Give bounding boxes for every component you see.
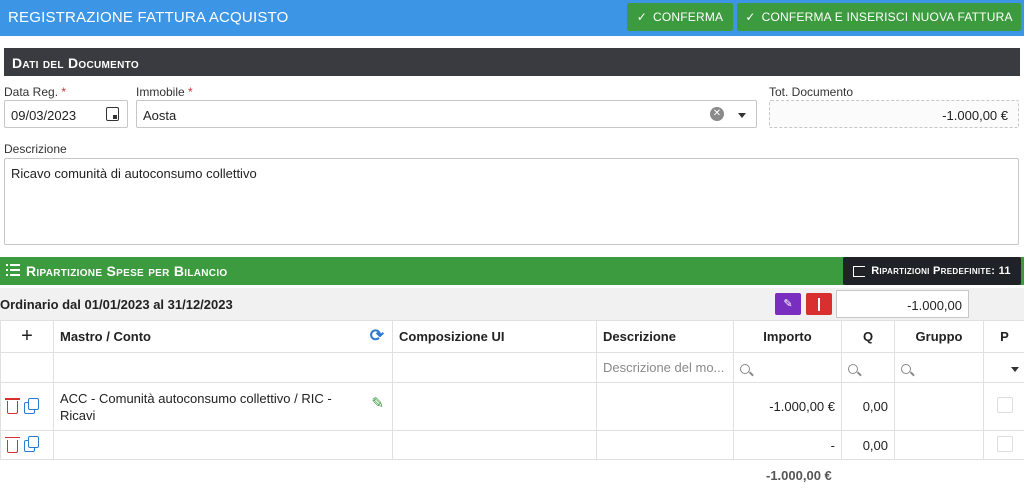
search-icon xyxy=(848,363,858,374)
check-icon: ✓ xyxy=(636,10,647,24)
table-total: -1.000,00 € xyxy=(766,468,832,483)
immobile-label: Immobile * xyxy=(136,85,193,99)
filter-empty xyxy=(0,352,54,383)
row-q[interactable]: 0,00 xyxy=(841,382,895,431)
filter-mastro[interactable] xyxy=(53,352,393,383)
row-gruppo[interactable] xyxy=(894,382,984,431)
col-descrizione: Descrizione xyxy=(596,320,734,353)
ripartizione-section-title: Ripartizione Spese per Bilancio xyxy=(26,263,228,279)
filter-descrizione-input[interactable]: Descrizione del mo... xyxy=(596,352,734,383)
row-conto: ACC - Comunità autoconsumo collettivo / … xyxy=(53,382,393,431)
filter-gruppo-input[interactable] xyxy=(894,352,984,383)
trash-icon[interactable] xyxy=(5,398,20,415)
data-reg-input[interactable]: 09/03/2023 xyxy=(4,100,128,128)
row-p-checkbox[interactable] xyxy=(996,397,1013,413)
row-p xyxy=(983,430,1024,460)
col-composizione: Composizione UI xyxy=(392,320,597,353)
tot-documento-field: -1.000,00 € xyxy=(769,100,1019,128)
calendar-icon[interactable] xyxy=(106,107,119,121)
ripartizioni-predefinite-label: Ripartizioni Predefinite: 11 xyxy=(871,265,1011,277)
row-gruppo[interactable] xyxy=(894,430,984,460)
col-p: P xyxy=(983,320,1024,353)
trash-icon xyxy=(818,298,820,311)
row-p-checkbox[interactable] xyxy=(996,435,1013,452)
period-label: Ordinario dal 01/01/2023 al 31/12/2023 xyxy=(0,297,233,312)
row-q[interactable]: 0,00 xyxy=(841,430,895,460)
row-composizione[interactable] xyxy=(392,430,597,460)
top-header: REGISTRAZIONE FATTURA ACQUISTO ✓ CONFERM… xyxy=(0,0,1024,36)
row-p xyxy=(983,382,1024,431)
row-composizione[interactable] xyxy=(392,382,597,431)
filter-composizione[interactable] xyxy=(392,352,597,383)
col-gruppo: Gruppo xyxy=(894,320,984,353)
tot-documento-label: Tot. Documento xyxy=(769,85,854,99)
data-reg-value: 09/03/2023 xyxy=(11,108,77,123)
page-title: REGISTRAZIONE FATTURA ACQUISTO xyxy=(8,9,289,26)
document-section-header: Dati del Documento xyxy=(4,48,1020,76)
chevron-down-icon[interactable] xyxy=(738,113,746,118)
descrizione-value: Ricavo comunità di autoconsumo collettiv… xyxy=(11,166,257,181)
confirm-button[interactable]: ✓ CONFERMA xyxy=(627,3,733,31)
confirm-button-label: CONFERMA xyxy=(652,10,724,24)
period-amount-value: -1.000,00 xyxy=(907,298,962,313)
chevron-down-icon[interactable] xyxy=(1011,367,1019,372)
row-actions xyxy=(0,382,54,431)
add-row-button[interactable]: + xyxy=(0,320,54,353)
pencil-icon[interactable]: ✎ xyxy=(371,395,384,412)
filter-q-input[interactable] xyxy=(841,352,895,383)
ripartizioni-predefinite-button[interactable]: Ripartizioni Predefinite: 11 xyxy=(843,257,1021,285)
row-conto-line1: ACC - Comunità autoconsumo collettivo / … xyxy=(60,390,332,406)
edit-period-button[interactable]: ✎ xyxy=(775,293,801,315)
filter-descrizione-placeholder: Descrizione del mo... xyxy=(603,360,725,375)
table-row: - 0,00 xyxy=(0,430,1024,460)
immobile-value: Aosta xyxy=(143,108,177,123)
descrizione-textarea[interactable]: Ricavo comunità di autoconsumo collettiv… xyxy=(4,158,1019,245)
search-icon xyxy=(901,363,911,374)
row-importo[interactable]: - xyxy=(733,430,842,460)
data-reg-label-text: Data Reg. xyxy=(4,85,59,99)
row-conto[interactable] xyxy=(53,430,393,460)
clear-icon[interactable]: ✕ xyxy=(710,107,724,121)
table-row: ACC - Comunità autoconsumo collettivo / … xyxy=(0,382,1024,431)
col-mastro-label: Mastro / Conto xyxy=(60,329,151,344)
tot-documento-value: -1.000,00 € xyxy=(942,108,1008,123)
copy-icon[interactable] xyxy=(24,397,39,414)
data-reg-label: Data Reg. * xyxy=(4,85,66,99)
search-icon xyxy=(740,363,750,374)
descrizione-label: Descrizione xyxy=(4,142,67,156)
row-conto-line2: Ricavi xyxy=(60,407,96,423)
list-icon xyxy=(6,264,20,276)
col-q: Q xyxy=(841,320,895,353)
row-actions xyxy=(0,430,54,460)
required-mark: * xyxy=(188,85,193,99)
refresh-icon[interactable]: ⟳ xyxy=(370,326,384,346)
copy-icon[interactable] xyxy=(24,436,39,453)
period-amount-input[interactable]: -1.000,00 xyxy=(836,290,969,318)
double-check-icon: ✓ xyxy=(745,10,756,24)
immobile-label-text: Immobile xyxy=(136,85,185,99)
filter-p-select[interactable] xyxy=(983,352,1024,383)
immobile-select[interactable]: Aosta ✕ xyxy=(136,100,757,128)
confirm-and-new-button[interactable]: ✓ CONFERMA E INSERISCI NUOVA FATTURA xyxy=(737,3,1021,31)
confirm-and-new-button-label: CONFERMA E INSERISCI NUOVA FATTURA xyxy=(761,10,1013,24)
col-mastro: Mastro / Conto ⟳ xyxy=(53,320,393,353)
row-importo[interactable]: -1.000,00 € xyxy=(733,382,842,431)
delete-period-button[interactable] xyxy=(806,293,832,315)
trash-icon[interactable] xyxy=(5,436,20,453)
ripartizione-table: + Mastro / Conto ⟳ Composizione UI Descr… xyxy=(0,320,1024,460)
tree-icon xyxy=(853,265,866,277)
col-importo: Importo xyxy=(733,320,842,353)
row-descrizione[interactable] xyxy=(596,430,734,460)
plus-icon[interactable]: + xyxy=(21,325,33,347)
row-descrizione[interactable] xyxy=(596,382,734,431)
required-mark: * xyxy=(61,85,67,99)
filter-importo-input[interactable] xyxy=(733,352,842,383)
